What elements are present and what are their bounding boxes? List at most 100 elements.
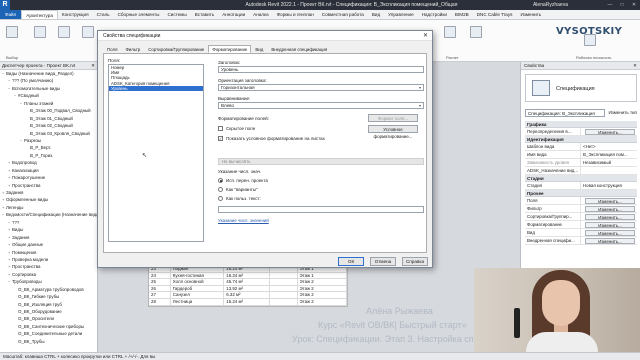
header-orientation-select[interactable]: Горизонтальная ▾ [218,84,424,91]
property-value[interactable]: Изменить... [581,213,637,220]
maximize-button[interactable]: □ [616,2,628,8]
tree-item[interactable]: В_Этаж 00_Подвал_Сводный [0,107,97,114]
wall-tool-icon[interactable] [34,26,46,38]
table-cell[interactable]: Санузел [171,292,225,298]
close-icon[interactable]: ✕ [633,62,637,69]
table-cell[interactable]: Этаж 2 [298,279,347,285]
tab-dnc-cable-trays[interactable]: DNC Cable Trays [473,12,517,17]
table-cell[interactable]: Этаж 2 [298,292,347,298]
tree-item[interactable]: + Общие данные [0,241,97,248]
tab-annotate[interactable]: Аннотации [218,12,249,17]
table-cell[interactable] [270,298,298,305]
show-conditional-checkbox[interactable]: ✓ [218,136,223,141]
table-cell[interactable] [270,279,298,285]
tree-item[interactable]: − Ведомости/Спецификации (Назначение вида… [0,211,97,218]
tree-item[interactable]: + Сортировка [0,271,97,278]
tree-item[interactable]: − Вспомогательные виды [0,85,97,92]
table-cell[interactable]: Лестница [171,298,225,305]
tree-item[interactable]: О_ВК_Изоляция труб [0,301,97,308]
tree-item[interactable]: + Пространства [0,263,97,270]
tab-embedded-schedule[interactable]: Внедренная спецификация [267,45,331,53]
table-cell[interactable] [270,292,298,298]
cancel-button[interactable]: Отмена [370,257,396,266]
tree-item[interactable]: + Помещения [0,249,97,256]
tab-steel[interactable]: Сталь [93,12,114,17]
tree-item[interactable]: О_ВК_Оросители [0,315,97,322]
tree-item[interactable]: + Проверка модели [0,256,97,263]
tab-massing[interactable]: Формы и генплан [273,12,318,17]
edit-property-button[interactable]: Изменить... [585,213,635,220]
table-cell[interactable]: Кухня-гостиная [171,272,225,279]
tab-structure[interactable]: Конструкция [58,12,93,17]
property-value[interactable]: Изменить... [581,128,637,135]
table-cell[interactable] [270,272,298,279]
property-value[interactable]: Изменить... [581,237,637,244]
table-cell[interactable]: 24 [149,272,171,279]
tab-modify[interactable]: Изменить [516,12,545,17]
tree-item[interactable]: − Виды (Назначение вида_Раздел) [0,70,97,77]
tab-insert[interactable]: Вставить [191,12,218,17]
tab-fields[interactable]: Поля [103,45,121,53]
table-cell[interactable]: 6.32 м² [224,292,270,298]
tree-item[interactable]: О_ВК_Оборудование [0,308,97,315]
conditional-format-button[interactable]: Условное форматирование... [368,125,418,139]
tab-appearance[interactable]: Вид [251,45,267,53]
property-value[interactable]: В_Экспликация пом... [581,151,637,158]
table-cell[interactable]: Этаж 2 [298,298,347,305]
tree-item[interactable]: О_ВК_Гибкие трубы [0,293,97,300]
table-cell[interactable]: 27 [149,292,171,298]
tab-addins[interactable]: Надстройки [418,12,451,17]
tree-item[interactable]: О_ВК_Арматура трубопроводов [0,286,97,293]
table-cell[interactable]: Холл основной [171,279,225,285]
tree-item[interactable]: + Виды [0,226,97,233]
edit-property-button[interactable]: Изменить... [585,128,635,135]
table-cell[interactable]: 16.24 м² [224,272,270,279]
tab-sorting[interactable]: Сортировка/Группирование [144,45,208,53]
tree-item[interactable]: В_Р_Верт. [0,144,97,151]
property-group-header[interactable]: Графика [525,121,637,128]
instance-select[interactable]: Спецификация: В_Экспликация [525,109,606,117]
tree-item[interactable]: + Задания [0,189,97,196]
tab-view[interactable]: Вид [368,12,384,17]
table-cell[interactable]: Этаж 1 [298,272,347,279]
table-cell[interactable]: 28 [149,298,171,305]
radio-project-settings[interactable] [218,178,223,183]
type-selector[interactable]: Спецификация [525,74,637,102]
hidden-field-checkbox[interactable] [218,126,223,131]
tree-item[interactable]: О_ВК_Соединительные детали [0,330,97,337]
field-format-button[interactable]: Формат поля... [368,114,418,122]
edit-property-button[interactable]: Изменить... [585,205,635,212]
tree-item[interactable]: −??? [0,219,97,226]
property-value[interactable] [581,167,637,174]
door-tool-icon[interactable] [58,26,70,38]
property-value[interactable]: Независимый [581,159,637,166]
user-name[interactable]: AlenaRyzhaeva [533,2,568,8]
edit-type-button[interactable]: Изменить тип [605,109,637,117]
ok-button[interactable]: ОК [338,257,364,266]
numeric-values-link[interactable]: Указание числ. значений [218,218,269,223]
tree-item[interactable]: + Водопровод [0,159,97,166]
tree-item[interactable]: + Канализация [0,167,97,174]
edit-property-button[interactable]: Изменить... [585,197,635,204]
tree-item[interactable]: − Разрезы [0,137,97,144]
close-window-button[interactable]: ✕ [628,2,640,8]
revit-app-icon[interactable]: R [0,0,10,10]
tree-item[interactable]: В_Этаж 02_Сводный [0,122,97,129]
table-cell[interactable]: 45.74 м² [224,279,270,285]
tab-manage[interactable]: Управление [384,12,418,17]
tree-item[interactable]: − #Сводный [0,92,97,99]
tree-item[interactable]: В_Этаж 01_Сводный [0,115,97,122]
window-tool-icon[interactable] [82,26,94,38]
tree-item[interactable]: − Трубопроводы [0,278,97,285]
alignment-select[interactable]: Влево ▾ [218,102,424,109]
tab-precast[interactable]: Сборные элементы [114,12,164,17]
tree-item[interactable]: О_ВК_Сантехнические приборы [0,323,97,330]
custom-text-input[interactable] [218,206,424,213]
tab-architecture[interactable]: Архитектура [21,10,58,19]
fields-list[interactable]: Номер Имя Площадь ADSK_Категория помещен… [108,64,204,242]
tree-item[interactable]: −??? (По умолчанию) [0,77,97,84]
calc-section-select[interactable]: Не вычислять [218,158,424,165]
property-value[interactable]: <Нет> [581,143,637,150]
edit-property-button[interactable]: Изменить... [585,229,635,236]
property-value[interactable]: Новая конструкция [581,182,637,189]
